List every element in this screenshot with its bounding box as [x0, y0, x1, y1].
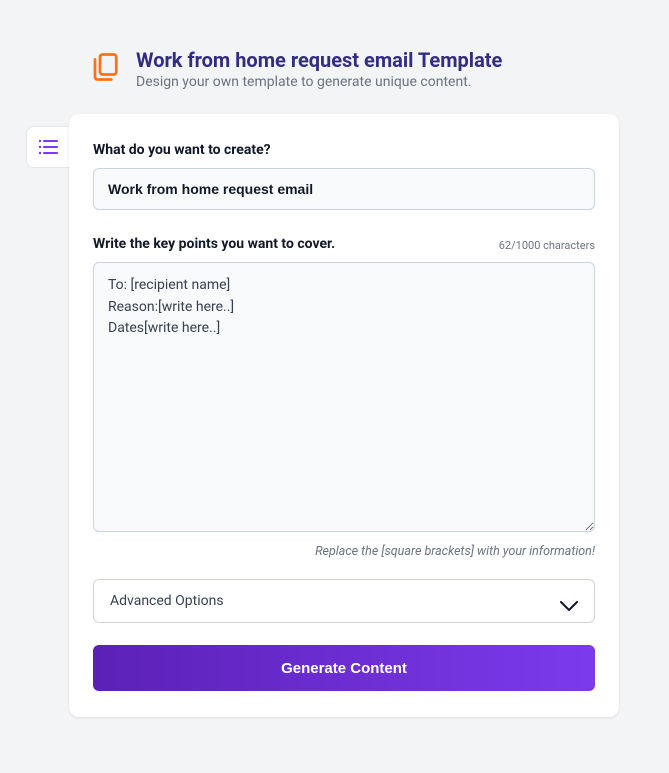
create-input[interactable] — [93, 168, 595, 210]
create-label: What do you want to create? — [93, 142, 271, 158]
keypoints-label: Write the key points you want to cover. — [93, 236, 335, 252]
keypoints-hint: Replace the [square brackets] with your … — [93, 544, 595, 559]
page-title: Work from home request email Template — [136, 48, 502, 72]
sidebar-toggle-button[interactable] — [26, 126, 70, 168]
list-icon — [38, 139, 58, 155]
template-form-card: What do you want to create? Write the ke… — [69, 114, 619, 717]
page-subtitle: Design your own template to generate uni… — [136, 74, 502, 90]
copy-icon — [90, 52, 120, 84]
advanced-options-toggle[interactable]: Advanced Options — [93, 579, 595, 623]
generate-content-button[interactable]: Generate Content — [93, 645, 595, 691]
character-count: 62/1000 characters — [499, 239, 595, 252]
chevron-down-icon — [560, 596, 578, 606]
generate-button-label: Generate Content — [281, 660, 407, 677]
advanced-options-label: Advanced Options — [110, 593, 224, 609]
keypoints-textarea[interactable] — [93, 262, 595, 532]
